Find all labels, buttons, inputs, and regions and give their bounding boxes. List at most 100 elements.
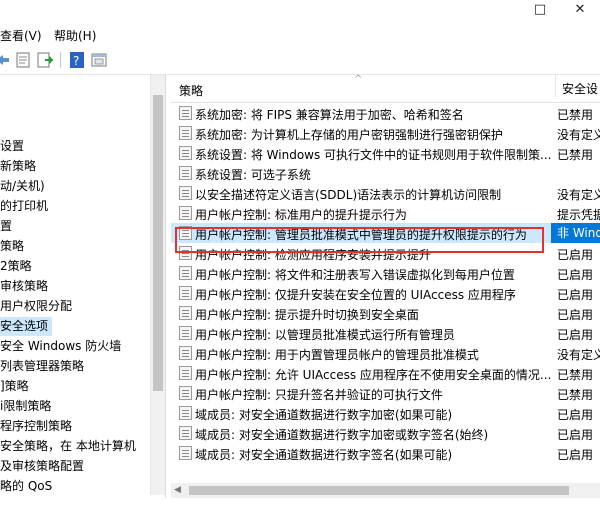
console-tree: 设置 新策略 动/关机) 的打印机置策略 2策略 审核策略 用户权限分配 安全选项 安全 Win…	[0, 75, 150, 495]
policy-icon	[179, 106, 192, 120]
policy-name: 用户帐户控制: 以管理员批准模式运行所有管理员	[195, 328, 455, 342]
window-bottom	[0, 498, 600, 525]
policy-setting: 已禁用	[557, 148, 594, 162]
tree-item[interactable]: i限制策略	[0, 397, 55, 416]
policy-row[interactable]: 用户帐户控制: 允许 UIAccess 应用程序在不使用安全桌面的情况... 已禁…	[171, 363, 600, 383]
tree-item[interactable]: 新策略	[0, 157, 40, 176]
policy-setting: 已启用	[557, 428, 594, 442]
policy-row[interactable]: 用户帐户控制: 仅提升安装在安全位置的 UIAccess 应用程序 已启用	[171, 283, 600, 303]
properties-icon[interactable]	[14, 51, 32, 69]
tree-item[interactable]: 策略	[0, 237, 28, 256]
policy-row[interactable]: 系统加密: 将 FIPS 兼容算法用于加密、哈希和签名 已禁用	[171, 103, 600, 123]
policy-row[interactable]: 以安全描述符定义语言(SDDL)语法表示的计算机访问限制 没有定义	[171, 183, 600, 203]
menu-view[interactable]: 查看(V)	[0, 27, 42, 44]
close-icon: ✕	[574, 2, 586, 17]
annotation-highlight-box	[175, 227, 544, 253]
policy-setting: 已启用	[557, 288, 594, 302]
tree-item[interactable]: 安全 Windows 防火墙	[0, 337, 125, 356]
policy-row[interactable]: 用户帐户控制: 提示提升时切换到安全桌面 已启用	[171, 303, 600, 323]
policy-setting: 已启用	[557, 308, 594, 322]
policy-name: 系统加密: 为计算机上存储的用户密钥强制进行强密钥保护	[195, 128, 503, 142]
show-hide-icon[interactable]	[90, 51, 108, 69]
tree-item[interactable]: 及审核策略配置	[0, 457, 88, 476]
tree-item[interactable]: 2策略	[0, 257, 36, 276]
policy-icon	[179, 206, 192, 220]
list-horizontal-scrollbar[interactable]: ◀	[171, 483, 600, 498]
policy-setting: 已禁用	[557, 388, 594, 402]
tree-item[interactable]: 列表管理器策略	[0, 357, 88, 376]
policy-list: 系统加密: 将 FIPS 兼容算法用于加密、哈希和签名 已禁用 系统加密: 为计算机…	[171, 103, 600, 483]
policy-row[interactable]: 系统设置: 将 Windows 可执行文件中的证书规则用于软件限制策... 已禁用	[171, 143, 600, 163]
tree-item[interactable]: ]策略	[0, 377, 33, 396]
policy-name: 用户帐户控制: 用于内置管理员帐户的管理员批准模式	[195, 348, 479, 362]
maximize-icon: □	[533, 2, 547, 17]
tree-item[interactable]: 动/关机)	[0, 177, 49, 196]
maximize-button[interactable]: □	[520, 0, 560, 22]
tree-item[interactable]: 用户权限分配	[0, 297, 76, 316]
list-header: 策略 ^ 安全设	[171, 74, 600, 103]
policy-row[interactable]: 用户帐户控制: 将文件和注册表写入错误虚拟化到每用户位置 已启用	[171, 263, 600, 283]
policy-name: 用户帐户控制: 允许 UIAccess 应用程序在不使用安全桌面的情况...	[195, 368, 551, 382]
policy-setting: 已启用	[557, 268, 594, 282]
policy-row[interactable]: 系统加密: 为计算机上存储的用户密钥强制进行强密钥保护 没有定义	[171, 123, 600, 143]
policy-icon	[179, 306, 192, 320]
help-icon[interactable]: ?	[68, 51, 86, 69]
column-header-security-setting[interactable]: 安全设	[555, 75, 598, 97]
policy-name: 域成员: 对安全通道数据进行数字加密(如果可能)	[195, 408, 453, 422]
policy-name: 系统设置: 可选子系统	[195, 168, 311, 182]
close-button[interactable]: ✕	[560, 0, 600, 22]
policy-setting: 已禁用	[557, 108, 594, 122]
policy-name: 用户帐户控制: 仅提升安装在安全位置的 UIAccess 应用程序	[195, 288, 516, 302]
policy-icon	[179, 286, 192, 300]
tree-item[interactable]: 审核策略	[0, 277, 52, 296]
policy-icon	[179, 406, 192, 420]
back-arrow-icon[interactable]	[0, 51, 12, 69]
scroll-left-icon[interactable]: ◀	[174, 483, 181, 498]
policy-name: 域成员: 对安全通道数据进行数字签名(如果可能)	[195, 448, 453, 462]
policy-name: 域成员: 对安全通道数据进行数字加密或数字签名(始终)	[195, 428, 489, 442]
title-bar: □ ✕	[0, 0, 600, 26]
policy-icon	[179, 126, 192, 140]
tree-vertical-scrollbar[interactable]	[150, 75, 165, 495]
policy-row[interactable]: 用户帐户控制: 只提升签名并验证的可执行文件 已禁用	[171, 383, 600, 403]
export-list-icon[interactable]	[36, 51, 54, 69]
policy-icon	[179, 386, 192, 400]
policy-row[interactable]: 用户帐户控制: 以管理员批准模式运行所有管理员 已启用	[171, 323, 600, 343]
policy-setting: 已禁用	[557, 368, 594, 382]
policy-row[interactable]: 用户帐户控制: 用于内置管理员帐户的管理员批准模式 没有定义	[171, 343, 600, 363]
policy-icon	[179, 326, 192, 340]
policy-icon	[179, 146, 192, 160]
policy-setting: 提示凭据	[557, 208, 600, 222]
tree-item[interactable]: 设置	[0, 137, 28, 156]
tree-item[interactable]: 略的 QoS	[0, 477, 56, 495]
menu-help[interactable]: 帮助(H)	[54, 27, 96, 44]
sort-ascending-icon: ^	[354, 74, 363, 85]
list-scroll-thumb[interactable]	[189, 486, 569, 495]
policy-icon	[179, 446, 192, 460]
policy-icon	[179, 426, 192, 440]
menu-bar: 查看(V) 帮助(H)	[0, 24, 600, 46]
tree-item[interactable]: 的打印机	[0, 197, 52, 216]
policy-row[interactable]: 系统设置: 可选子系统	[171, 163, 600, 183]
tree-scroll-thumb[interactable]	[153, 95, 163, 391]
tree-item[interactable]: 置	[0, 217, 16, 236]
column-header-policy[interactable]: 策略	[179, 82, 203, 99]
policy-row[interactable]: 域成员: 对安全通道数据进行数字加密或数字签名(始终) 已启用	[171, 423, 600, 443]
policy-name: 以安全描述符定义语言(SDDL)语法表示的计算机访问限制	[195, 188, 502, 202]
policy-setting: 已启用	[557, 328, 594, 342]
policy-setting: 非 Wind	[551, 223, 600, 243]
policy-row[interactable]: 域成员: 对安全通道数据进行数字加密(如果可能) 已启用	[171, 403, 600, 423]
tree-item[interactable]: 程序控制策略	[0, 417, 76, 436]
policy-setting: 没有定义	[557, 348, 600, 362]
policy-icon	[179, 346, 192, 360]
policy-name: 用户帐户控制: 只提升签名并验证的可执行文件	[195, 388, 443, 402]
svg-text:?: ?	[73, 54, 79, 68]
policy-row[interactable]: 域成员: 对安全通道数据进行数字签名(如果可能) 已启用	[171, 443, 600, 463]
tree-item[interactable]: 安全策略，在 本地计算机	[0, 437, 140, 456]
policy-name: 用户帐户控制: 提示提升时切换到安全桌面	[195, 308, 419, 322]
policy-setting: 已启用	[557, 448, 594, 462]
policy-row[interactable]: 用户帐户控制: 标准用户的提升提示行为 提示凭据	[171, 203, 600, 223]
policy-name: 系统设置: 将 Windows 可执行文件中的证书规则用于软件限制策...	[195, 148, 551, 162]
tree-item[interactable]: 安全选项	[0, 317, 53, 336]
policy-name: 用户帐户控制: 标准用户的提升提示行为	[195, 208, 407, 222]
